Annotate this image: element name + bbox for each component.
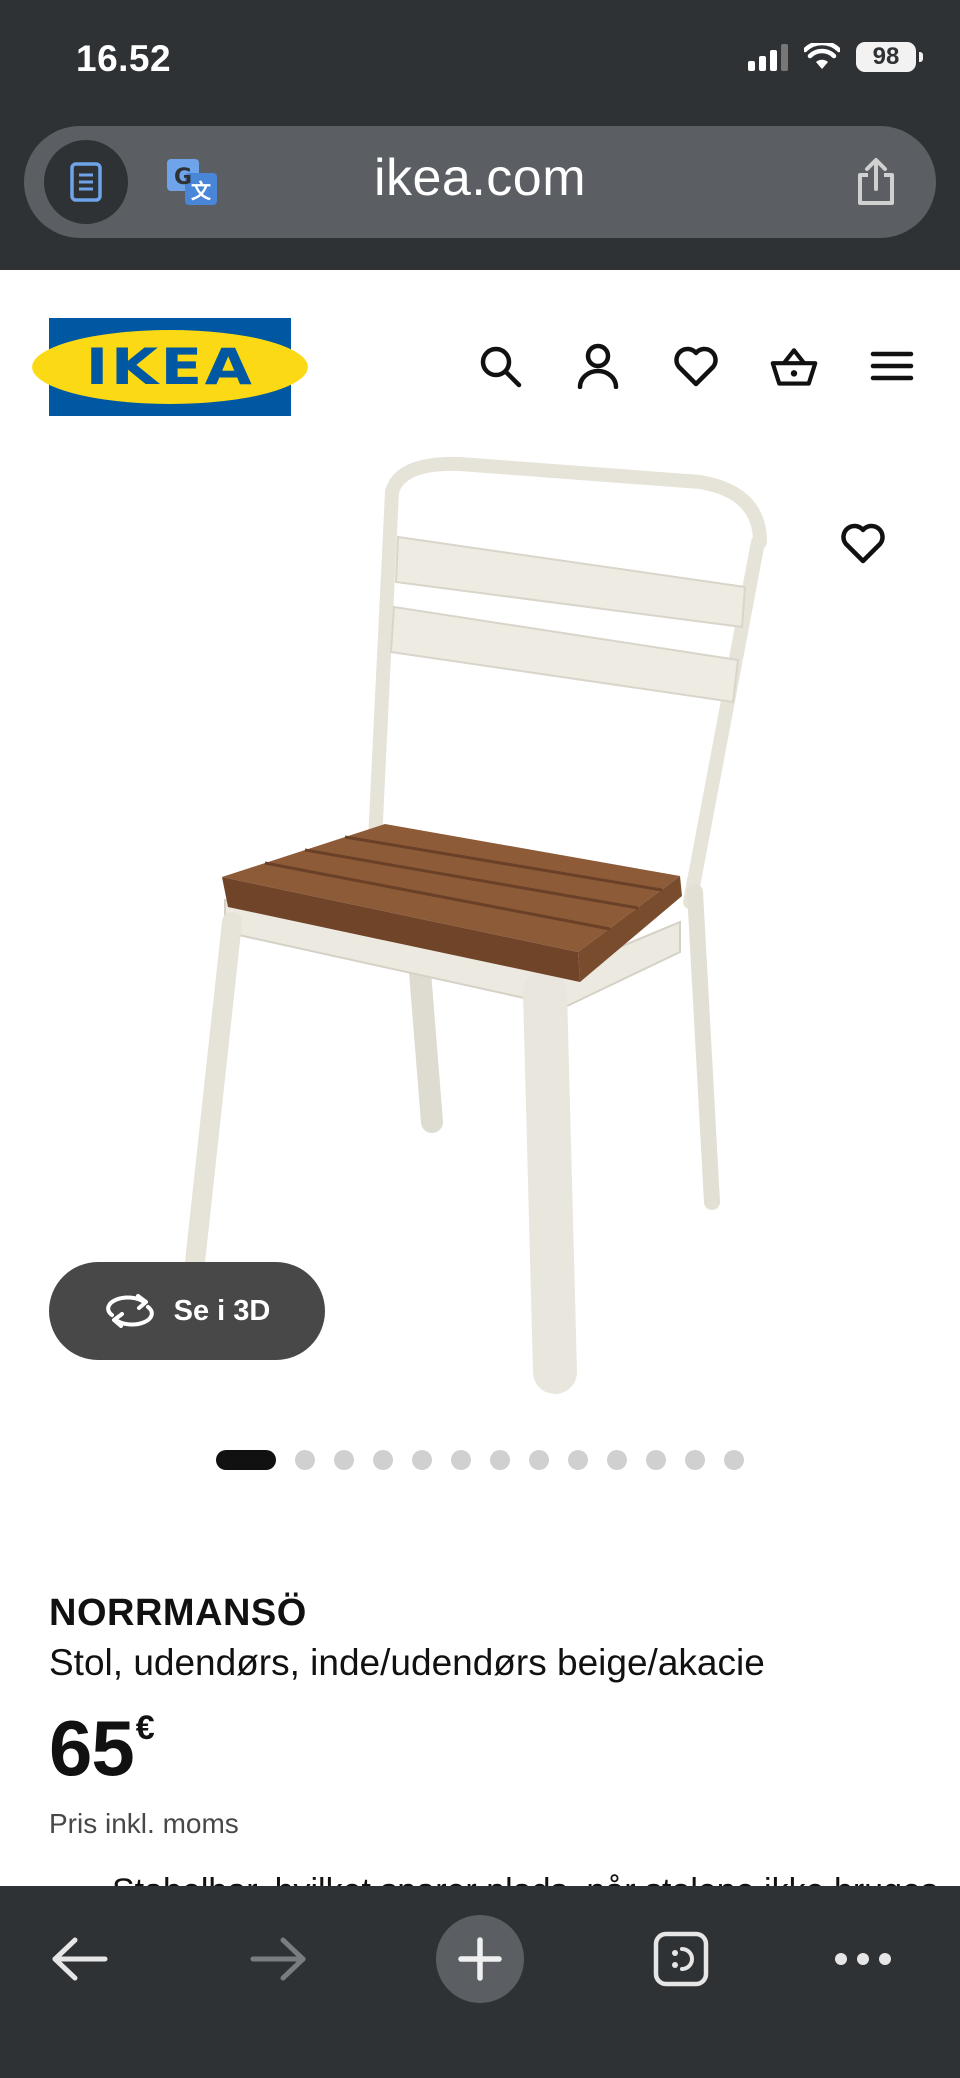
share-icon bbox=[858, 158, 894, 205]
forward-arrow-icon bbox=[250, 1937, 306, 1981]
header-nav bbox=[476, 342, 916, 390]
account-icon bbox=[577, 343, 619, 389]
heart-icon bbox=[841, 523, 885, 564]
add-to-favourites-button[interactable] bbox=[840, 522, 890, 572]
site-header: IKEA bbox=[0, 270, 960, 450]
back-arrow-icon bbox=[52, 1937, 108, 1981]
status-icons: 98 bbox=[748, 42, 923, 72]
product-image[interactable]: Se i 3D bbox=[0, 452, 960, 1412]
carousel-dot[interactable] bbox=[646, 1450, 666, 1470]
basket-button[interactable] bbox=[770, 342, 818, 390]
carousel-dot[interactable] bbox=[529, 1450, 549, 1470]
carousel-dot[interactable] bbox=[490, 1450, 510, 1470]
price-integer: 65 bbox=[49, 1704, 135, 1792]
carousel-dot[interactable] bbox=[373, 1450, 393, 1470]
more-button[interactable] bbox=[820, 1916, 906, 2002]
favourites-button[interactable] bbox=[672, 342, 720, 390]
basket-icon bbox=[770, 348, 818, 386]
forward-button[interactable] bbox=[236, 1916, 322, 2002]
tabs-icon bbox=[653, 1931, 709, 1987]
battery-icon: 98 bbox=[856, 42, 923, 72]
carousel-dot[interactable] bbox=[216, 1450, 276, 1470]
carousel-dot[interactable] bbox=[334, 1450, 354, 1470]
status-time: 16.52 bbox=[76, 38, 172, 79]
search-icon bbox=[480, 346, 522, 388]
carousel-dot[interactable] bbox=[568, 1450, 588, 1470]
ikea-logo-text: IKEA bbox=[32, 330, 308, 404]
browser-top-bar: 16.52 98 G 文 ikea.com bbox=[0, 0, 960, 270]
view-in-3d-button[interactable]: Se i 3D bbox=[49, 1262, 325, 1360]
carousel-dot[interactable] bbox=[607, 1450, 627, 1470]
carousel-dot[interactable] bbox=[295, 1450, 315, 1470]
price-currency: € bbox=[135, 1709, 155, 1747]
carousel-dot[interactable] bbox=[451, 1450, 471, 1470]
url-bar[interactable]: G 文 ikea.com bbox=[24, 126, 936, 238]
product-name[interactable]: NORRMANSÖ bbox=[49, 1592, 307, 1635]
carousel-dot[interactable] bbox=[685, 1450, 705, 1470]
search-button[interactable] bbox=[476, 342, 524, 390]
rotate-3d-icon bbox=[105, 1294, 154, 1328]
account-button[interactable] bbox=[574, 342, 622, 390]
product-description: Stol, udendørs, inde/udendørs beige/akac… bbox=[49, 1642, 765, 1683]
product-price: 65 € bbox=[49, 1708, 155, 1788]
tabs-button[interactable] bbox=[638, 1916, 724, 2002]
ikea-logo[interactable]: IKEA bbox=[32, 318, 308, 416]
back-button[interactable] bbox=[36, 1916, 122, 2002]
browser-bottom-toolbar bbox=[0, 1886, 960, 2078]
menu-button[interactable] bbox=[868, 342, 916, 390]
new-tab-plus-icon bbox=[458, 1937, 502, 1981]
share-button[interactable] bbox=[846, 152, 906, 212]
view-in-3d-label: Se i 3D bbox=[173, 1294, 271, 1327]
carousel-dot[interactable] bbox=[412, 1450, 432, 1470]
favourites-heart-icon bbox=[674, 346, 718, 387]
menu-icon bbox=[870, 351, 914, 381]
wifi-icon bbox=[804, 43, 840, 69]
carousel-dot[interactable] bbox=[724, 1450, 744, 1470]
image-carousel-dots[interactable] bbox=[0, 1450, 960, 1470]
cellular-signal-icon bbox=[748, 43, 788, 71]
more-icon bbox=[835, 1953, 891, 1965]
vat-note: Pris inkl. moms bbox=[49, 1808, 239, 1839]
new-tab-button[interactable] bbox=[436, 1915, 524, 2003]
url-text[interactable]: ikea.com bbox=[24, 148, 936, 208]
